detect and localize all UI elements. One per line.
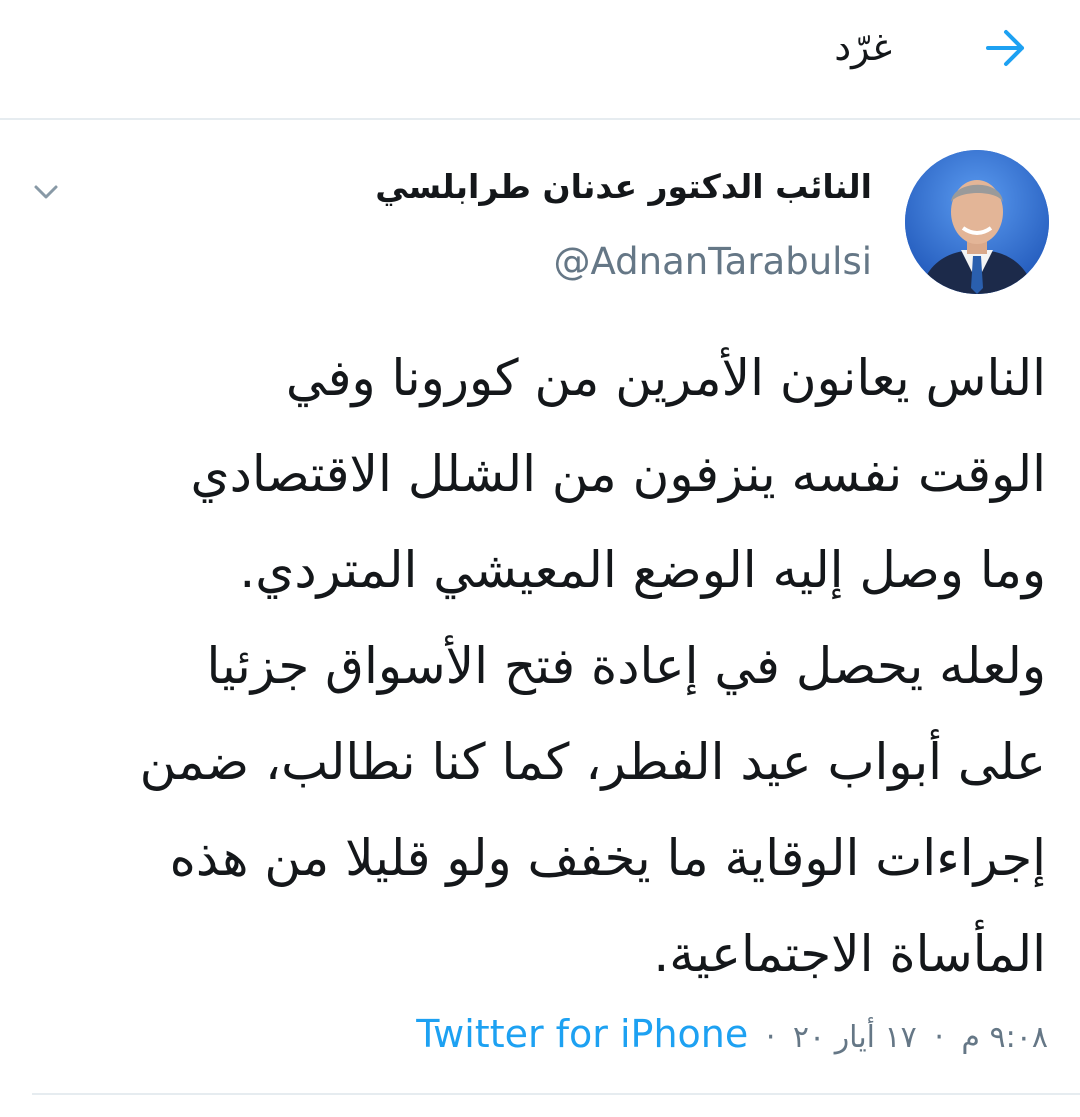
divider — [32, 1093, 1080, 1095]
chevron-down-icon — [34, 185, 58, 199]
meta-separator: · — [765, 1020, 776, 1055]
tweet-text: الناس يعانون الأمرين من كورونا وفي الوقت… — [34, 330, 1046, 1002]
tweet-line: ولعله يحصل في إعادة فتح الأسواق جزئيا — [206, 637, 1046, 695]
tweet-meta: ٩:٠٨ م · ١٧ أيار ٢٠ · Twitter for iPhone — [416, 1008, 1048, 1060]
author-handle[interactable]: @AdnanTarabulsi — [553, 238, 872, 286]
tweet-line: وما وصل إليه الوضع المعيشي المتردي. — [239, 541, 1046, 599]
top-bar: غرّد — [0, 0, 1080, 120]
tweet-line: إجراءات الوقاية ما يخفف ولو قليلا من هذه — [169, 829, 1046, 887]
tweet-date: ١٧ أيار ٢٠ — [792, 1020, 917, 1055]
arrow-right-icon — [986, 30, 1024, 66]
tweet-line: الناس يعانون الأمرين من كورونا وفي — [285, 349, 1046, 407]
tweet-line: على أبواب عيد الفطر، كما كنا نطالب، ضمن — [139, 733, 1046, 791]
back-button[interactable] — [976, 18, 1036, 78]
page-title: غرّد — [834, 25, 892, 69]
meta-separator: · — [934, 1020, 944, 1055]
profile-photo — [905, 150, 1049, 294]
tweet-detail-screen: غرّد النائب الدكتور عدنان طرابلسي @Adnan… — [0, 0, 1080, 1117]
tweet-time: ٩:٠٨ م — [961, 1020, 1048, 1055]
tweet-line: المأساة الاجتماعية. — [653, 925, 1046, 983]
tweet-line: الوقت نفسه ينزفون من الشلل الاقتصادي — [190, 445, 1046, 503]
tweet-menu-button[interactable] — [22, 168, 70, 216]
tweet-source-link[interactable]: Twitter for iPhone — [416, 1012, 748, 1056]
avatar[interactable] — [905, 150, 1049, 294]
author-name[interactable]: النائب الدكتور عدنان طرابلسي — [375, 164, 872, 210]
